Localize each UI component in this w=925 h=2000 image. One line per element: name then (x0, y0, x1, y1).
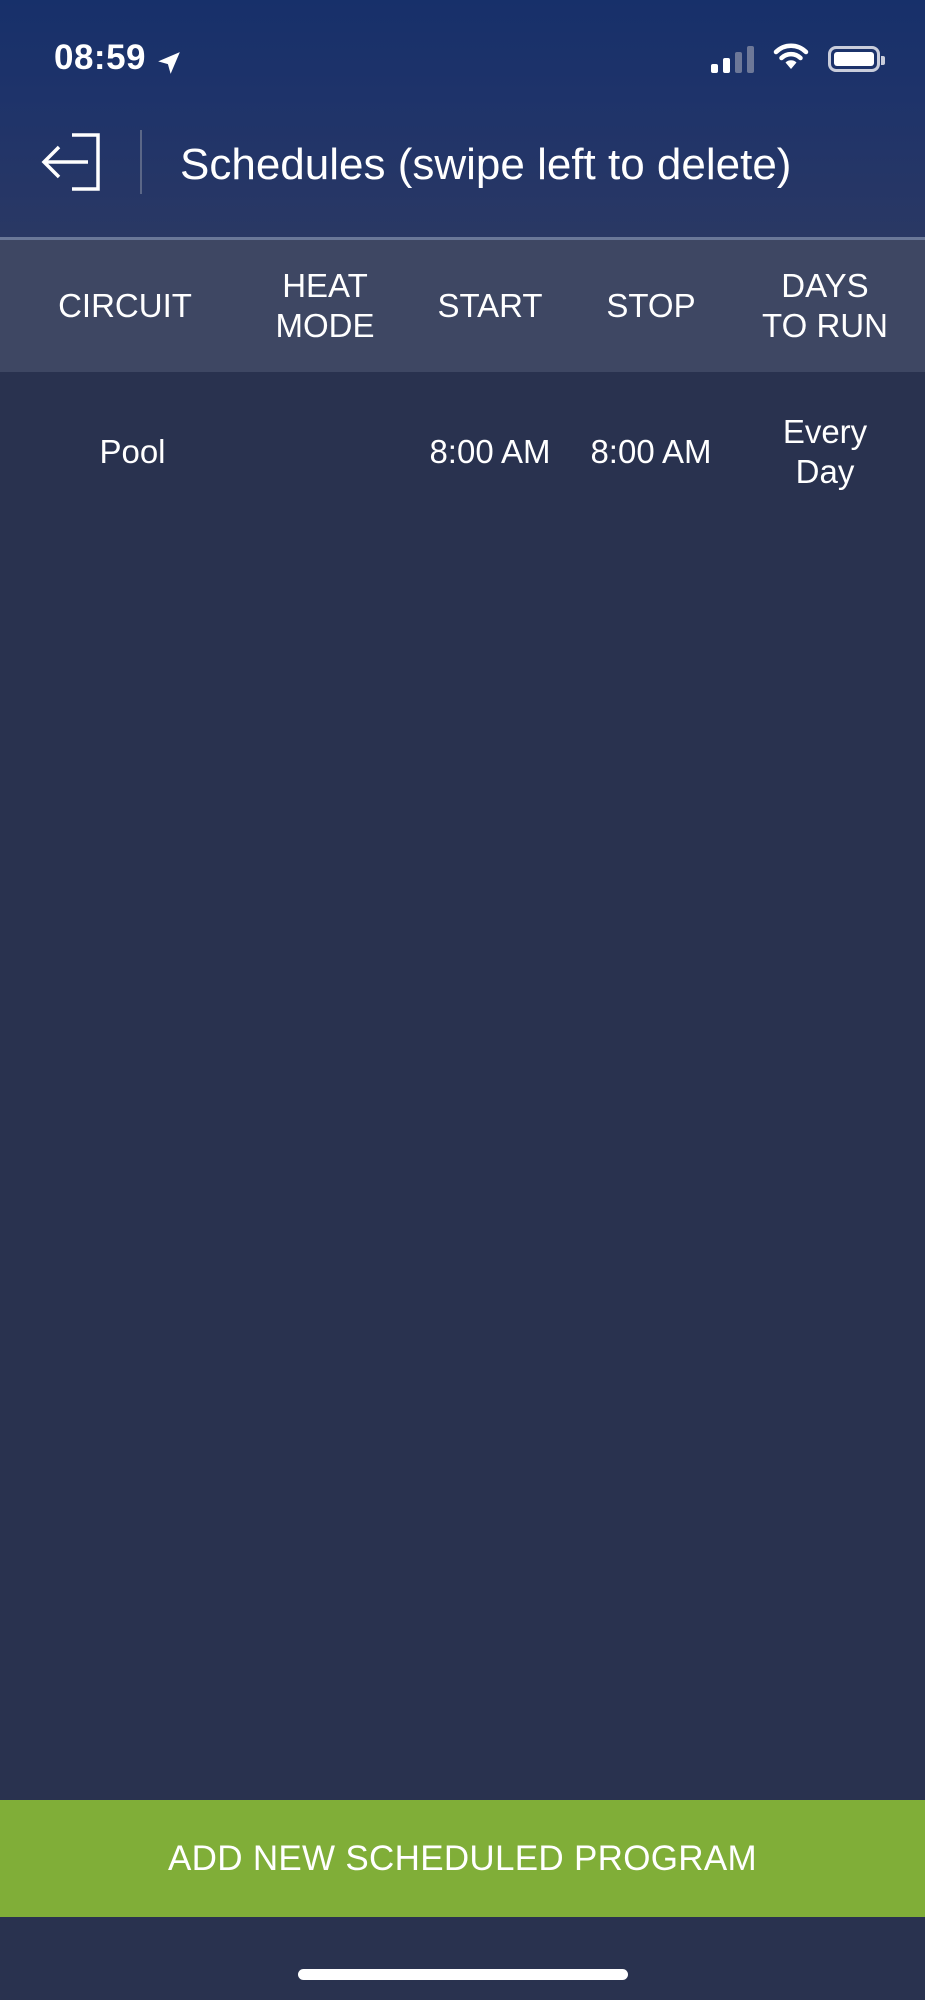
table-row[interactable]: Pool 8:00 AM 8:00 AM Every Day (0, 372, 925, 532)
cell-circuit: Pool (99, 433, 166, 470)
cell-start: 8:00 AM (429, 433, 551, 470)
location-arrow-icon (156, 45, 182, 74)
wifi-icon (772, 42, 810, 75)
schedules-screen: 08:59 Schedules (swipe left to delete) C… (0, 0, 925, 2000)
column-header-start: START (437, 287, 543, 324)
column-header-circuit: CIRCUIT (58, 287, 192, 324)
status-bar: 08:59 (0, 0, 925, 110)
add-new-scheduled-program-button[interactable]: ADD NEW SCHEDULED PROGRAM (0, 1800, 925, 1917)
table-header: CIRCUIT HEAT MODE START STOP DAYS TO RUN (0, 240, 925, 372)
navigation-header: Schedules (swipe left to delete) (0, 115, 925, 215)
page-title: Schedules (swipe left to delete) (180, 140, 792, 189)
cellular-signal-icon (711, 45, 754, 73)
home-indicator (298, 1969, 628, 1980)
column-header-stop: STOP (606, 287, 696, 324)
status-icons (711, 42, 885, 75)
status-time-text: 08:59 (54, 38, 147, 77)
column-header-days-to-run: DAYS TO RUN (762, 267, 888, 344)
column-header-heat-mode: HEAT MODE (275, 267, 375, 344)
cell-stop: 8:00 AM (590, 433, 712, 470)
battery-icon (828, 45, 885, 72)
cell-days-to-run-text: Every Day (782, 413, 868, 490)
header-divider (140, 130, 142, 194)
back-button[interactable] (38, 127, 106, 197)
cell-days-to-run: Every Day (735, 372, 915, 532)
cell-heat-mode (250, 372, 400, 532)
exit-arrow-icon (41, 133, 100, 191)
status-time: 08:59 (54, 38, 182, 78)
